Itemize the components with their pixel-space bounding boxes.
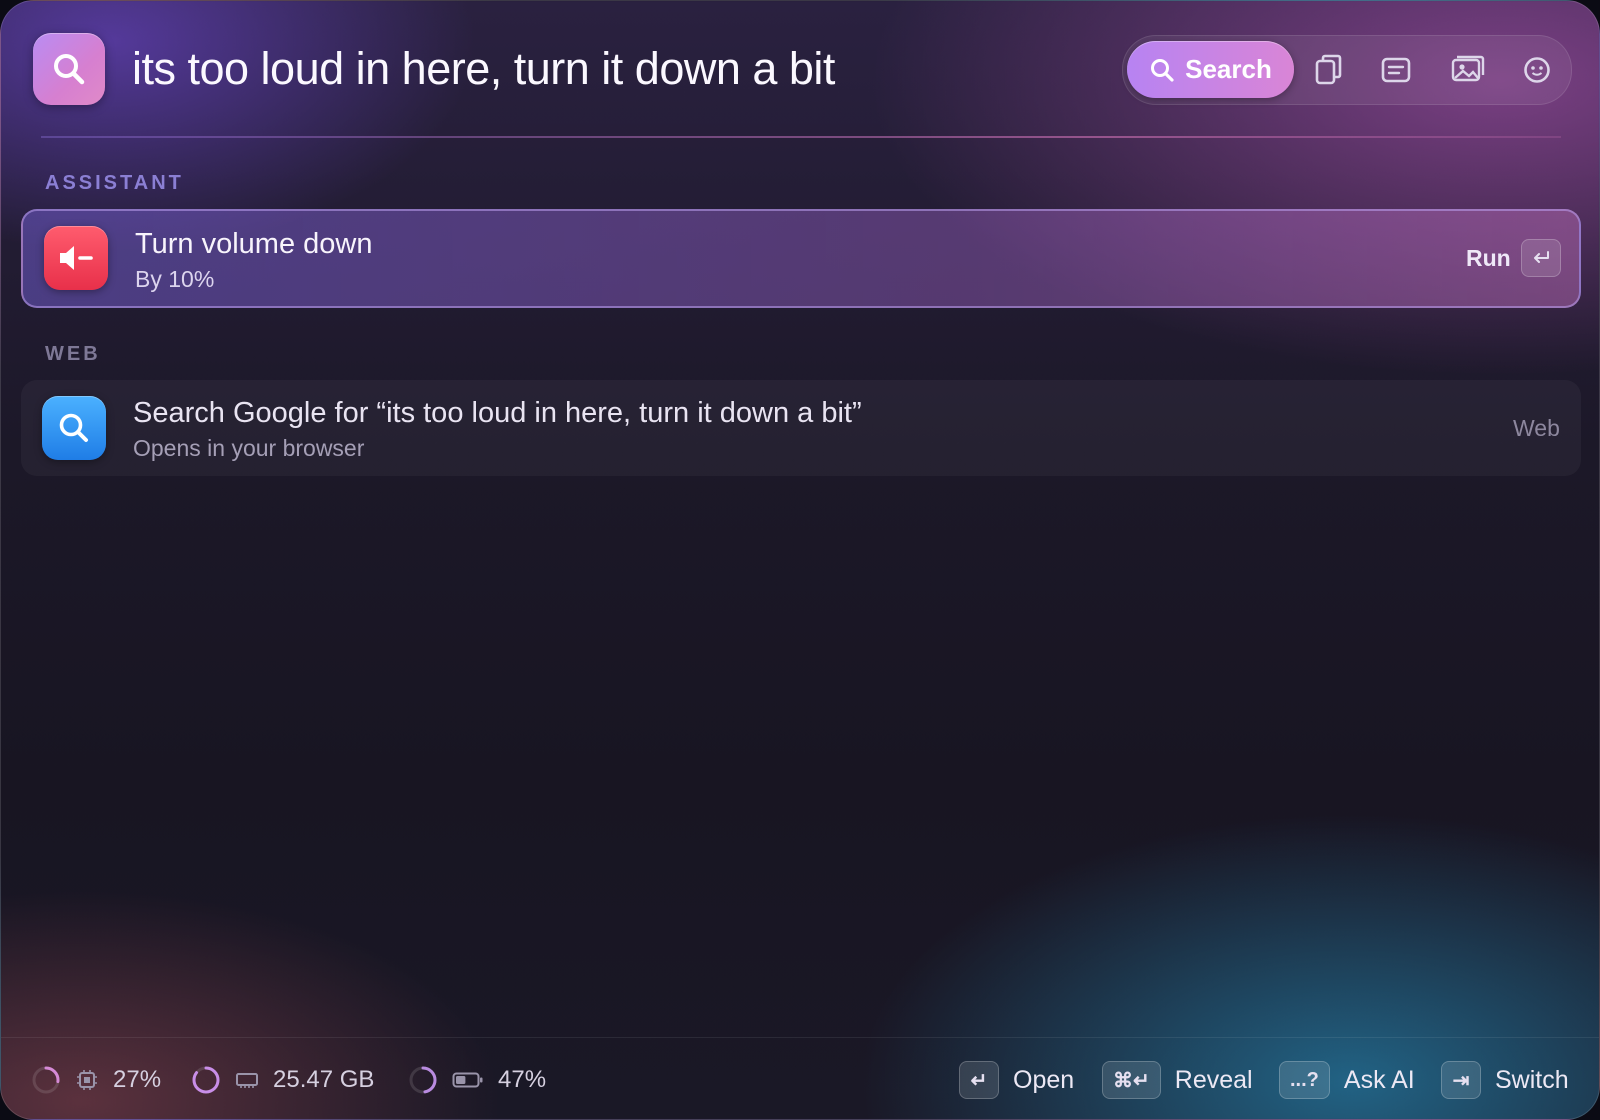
result-row-google-search[interactable]: Search Google for “its too loud in here,… [21, 380, 1581, 476]
cpu-chip-icon [77, 1070, 97, 1090]
section-label-web: WEB [45, 343, 101, 365]
header-divider [41, 136, 1561, 138]
switch-action[interactable]: ⇥ Switch [1441, 1038, 1569, 1119]
reveal-action-label: Reveal [1174, 1065, 1253, 1094]
photos-icon [1451, 55, 1485, 82]
result-subtitle: Opens in your browser [133, 435, 365, 461]
switch-key-hint: ⇥ [1441, 1061, 1481, 1099]
memory-stat: 25.47 GB [191, 1038, 375, 1119]
ask-ai-key-hint: ...? [1279, 1061, 1330, 1099]
notes-mode-button[interactable] [1377, 51, 1415, 89]
notes-icon [1381, 57, 1411, 83]
section-label-assistant: ASSISTANT [45, 172, 184, 194]
battery-icon [452, 1072, 483, 1088]
cpu-usage-ring [32, 1066, 60, 1094]
launcher-window: its too loud in here, turn it down a bit… [0, 0, 1600, 1120]
result-subtitle: By 10% [135, 266, 215, 292]
result-title: Turn volume down [135, 228, 373, 260]
open-action[interactable]: ↵ Open [959, 1038, 1075, 1119]
return-key-icon [1534, 251, 1549, 263]
ask-ai-action-label: Ask AI [1343, 1065, 1415, 1094]
status-footer: 27% 25.47 GB 47% ↵ Open ⌘↵ Reveal ...? A… [1, 1037, 1599, 1119]
volume-app-icon [44, 226, 108, 290]
memory-value: 25.47 GB [273, 1066, 375, 1093]
search-icon [59, 413, 88, 442]
reveal-action[interactable]: ⌘↵ Reveal [1102, 1038, 1253, 1119]
search-query-input[interactable]: its too loud in here, turn it down a bit [132, 43, 835, 95]
search-app-icon [42, 396, 106, 460]
open-key-hint: ↵ [959, 1061, 999, 1099]
enter-key-hint [1521, 239, 1561, 277]
search-mode-button[interactable]: Search [1127, 41, 1294, 98]
cpu-stat: 27% [31, 1038, 162, 1119]
switch-action-label: Switch [1495, 1065, 1569, 1094]
search-icon [54, 54, 85, 85]
ai-chat-mode-button[interactable] [1518, 51, 1556, 89]
battery-usage-ring [409, 1066, 437, 1094]
search-icon [1151, 58, 1174, 82]
photos-mode-button[interactable] [1449, 51, 1487, 89]
open-action-label: Open [1013, 1065, 1075, 1094]
web-category-label: Web [1513, 415, 1560, 441]
reveal-key-hint: ⌘↵ [1102, 1061, 1161, 1099]
search-badge[interactable] [33, 33, 105, 105]
battery-value: 47% [498, 1066, 547, 1093]
ask-ai-action[interactable]: ...? Ask AI [1279, 1038, 1415, 1119]
memory-usage-ring [192, 1066, 220, 1094]
clipboard-mode-button[interactable] [1310, 51, 1348, 89]
result-row-volume-down[interactable]: Turn volume down By 10% Run [21, 209, 1581, 308]
ai-chat-icon [1524, 57, 1550, 83]
clipboard-icon [1315, 54, 1342, 85]
result-title: Search Google for “its too loud in here,… [133, 397, 862, 429]
speaker-minus-icon [60, 246, 93, 270]
search-mode-label: Search [1185, 54, 1272, 84]
battery-stat: 47% [408, 1038, 547, 1119]
memory-icon [236, 1073, 258, 1088]
cpu-value: 27% [113, 1066, 162, 1093]
run-action-label: Run [1466, 245, 1511, 271]
